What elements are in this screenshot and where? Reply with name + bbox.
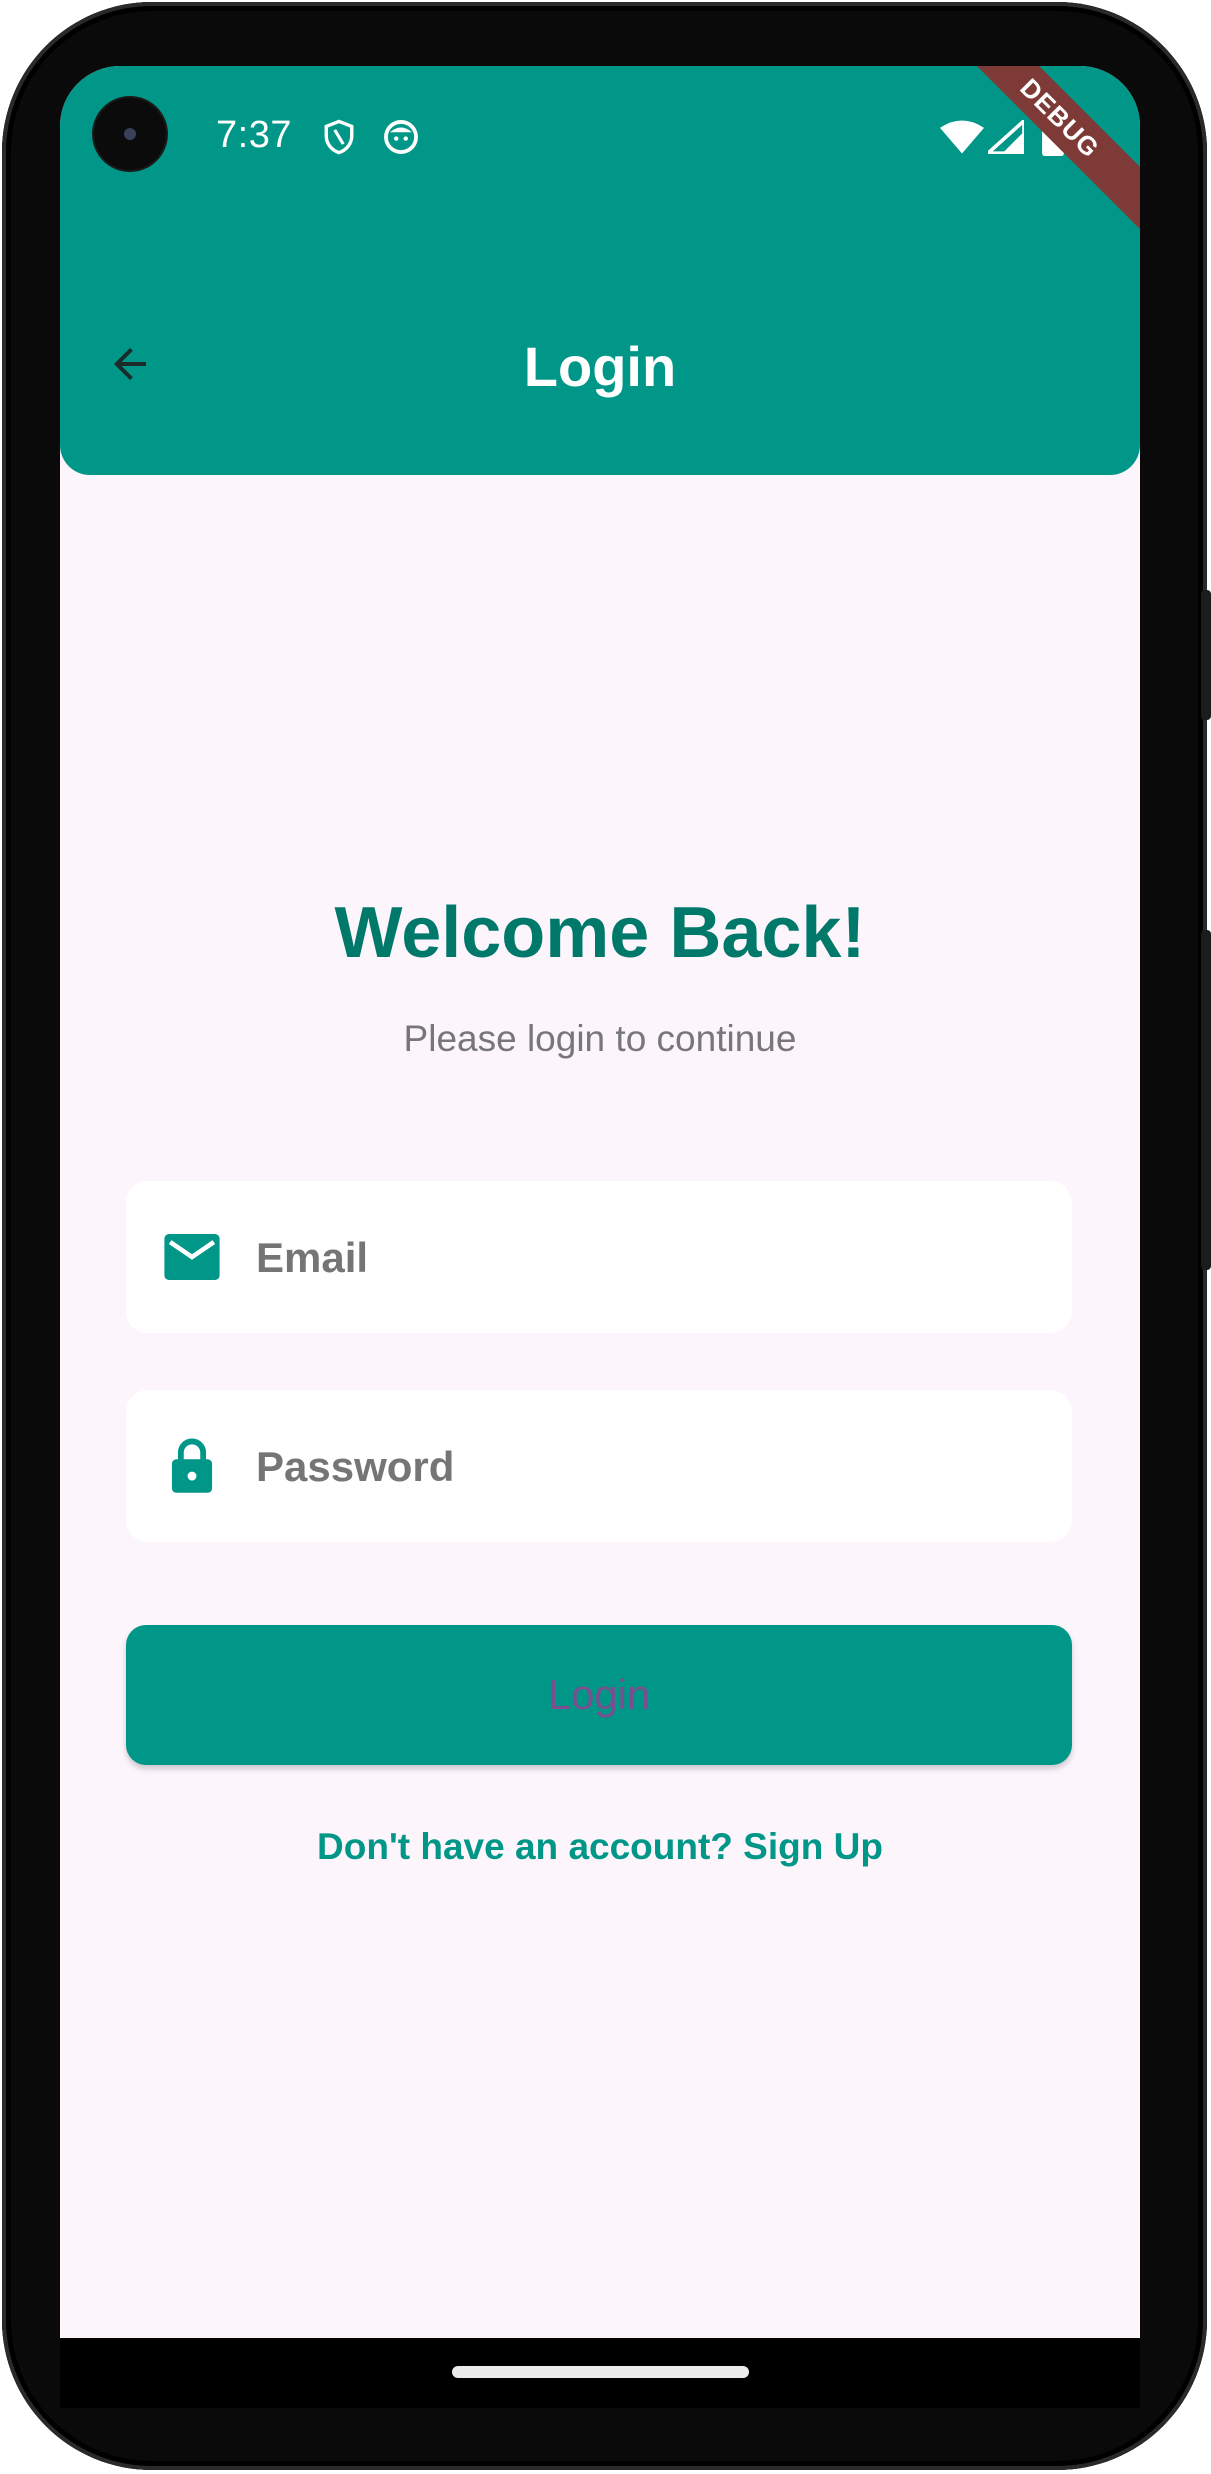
lock-icon bbox=[162, 1436, 222, 1496]
power-button bbox=[1201, 590, 1211, 720]
signup-link[interactable]: Don't have an account? Sign Up bbox=[60, 1826, 1140, 1868]
mail-icon bbox=[162, 1227, 222, 1287]
password-input[interactable] bbox=[254, 1390, 1048, 1544]
email-field bbox=[126, 1181, 1072, 1335]
email-input[interactable] bbox=[254, 1181, 1048, 1335]
password-field bbox=[126, 1390, 1072, 1544]
cellular-icon bbox=[983, 116, 1026, 159]
status-time: 7:37 bbox=[216, 114, 292, 156]
home-indicator[interactable] bbox=[452, 2366, 749, 2378]
front-camera bbox=[94, 98, 166, 170]
shield-icon bbox=[322, 118, 356, 161]
subtitle: Please login to continue bbox=[403, 1018, 797, 1059]
phone-device: 7:37 DEBUG Login Welcome Back! Please lo… bbox=[0, 0, 1211, 2474]
wifi-icon bbox=[940, 120, 984, 159]
page-title: Login bbox=[523, 335, 677, 398]
screen: 7:37 DEBUG Login Welcome Back! Please lo… bbox=[60, 66, 1140, 2338]
app-bar: 7:37 DEBUG Login bbox=[60, 66, 1140, 475]
welcome-heading: Welcome Back! bbox=[334, 893, 866, 973]
face-icon bbox=[382, 118, 420, 161]
volume-button bbox=[1201, 930, 1211, 1270]
login-button[interactable]: Login bbox=[126, 1625, 1072, 1765]
